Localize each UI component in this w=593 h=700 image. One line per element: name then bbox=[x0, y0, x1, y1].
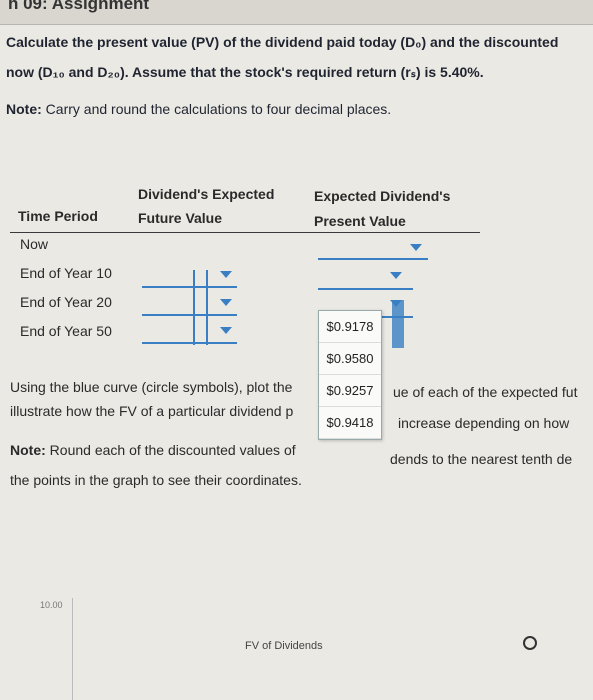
pv-now-dropdown[interactable] bbox=[318, 234, 428, 260]
round-note-right: dends to the nearest tenth de bbox=[390, 451, 573, 467]
row-label-year-10: End of Year 10 bbox=[20, 265, 112, 281]
row-label-year-20: End of Year 20 bbox=[20, 294, 112, 310]
menu-option[interactable]: $0.9178 bbox=[319, 311, 381, 343]
pv-options-menu[interactable]: $0.9178 $0.9580 $0.9257 $0.9418 bbox=[318, 310, 382, 440]
note-text: Carry and round the calculations to four… bbox=[41, 101, 392, 117]
assignment-title: h 09: Assignment bbox=[8, 0, 150, 13]
graph-title: FV of Dividends bbox=[245, 640, 323, 652]
round-note: Note: Round each of the discounted value… bbox=[10, 442, 296, 458]
instruction-line-4: the points in the graph to see their coo… bbox=[10, 472, 302, 488]
col-fv-header-line2: Future Value bbox=[138, 210, 223, 226]
menu-option[interactable]: $0.9257 bbox=[319, 375, 381, 407]
col-pv-header-line2: Present Value bbox=[314, 213, 406, 229]
instruction-line-2-left: illustrate how the FV of a particular di… bbox=[10, 403, 294, 419]
instruction-line-1-left: Using the blue curve (circle symbols), p… bbox=[10, 379, 293, 395]
fv-year-50-dropdown[interactable] bbox=[142, 318, 237, 344]
fv-year-10-dropdown[interactable] bbox=[142, 262, 237, 288]
question-line-1: Calculate the present value (PV) of the … bbox=[6, 34, 559, 50]
round-note-label: Note: bbox=[10, 442, 46, 458]
col-period-header: Time Period bbox=[18, 208, 98, 224]
row-label-year-50: End of Year 50 bbox=[20, 323, 112, 339]
chevron-down-icon bbox=[220, 271, 232, 278]
pv-year-10-dropdown[interactable] bbox=[318, 264, 413, 290]
dropdown-column-edge bbox=[193, 270, 195, 345]
instruction-line-2-right: increase depending on how bbox=[398, 415, 570, 431]
question-line-2: now (D₁₀ and D₂₀). Assume that the stock… bbox=[6, 64, 484, 80]
y-axis-line bbox=[72, 598, 73, 700]
dropdown-column-edge bbox=[206, 270, 208, 345]
menu-option[interactable]: $0.9580 bbox=[319, 343, 381, 375]
row-label-now: Now bbox=[20, 236, 49, 252]
fv-year-20-dropdown[interactable] bbox=[142, 290, 237, 316]
col-fv-header-line1: Dividend's Expected bbox=[138, 186, 275, 202]
chevron-down-icon bbox=[220, 299, 232, 306]
chevron-down-icon bbox=[220, 327, 232, 334]
col-pv-header-line1: Expected Dividend's bbox=[314, 188, 451, 204]
pv-dropdown-toggle[interactable] bbox=[392, 300, 404, 348]
rounding-note: Note: Carry and round the calculations t… bbox=[6, 101, 391, 117]
chevron-down-icon bbox=[390, 272, 402, 279]
instruction-line-1-right: ue of each of the expected fut bbox=[393, 384, 578, 400]
chevron-down-icon bbox=[410, 244, 422, 251]
note-label: Note: bbox=[6, 101, 42, 117]
menu-option[interactable]: $0.9418 bbox=[319, 407, 381, 439]
round-note-text: Round each of the discounted values of bbox=[45, 442, 296, 458]
table-header-rule bbox=[10, 232, 480, 233]
circle-symbol-tool[interactable] bbox=[523, 636, 537, 650]
assignment-header: h 09: Assignment bbox=[0, 0, 593, 25]
y-axis-tick-label: 10.00 bbox=[40, 600, 63, 610]
